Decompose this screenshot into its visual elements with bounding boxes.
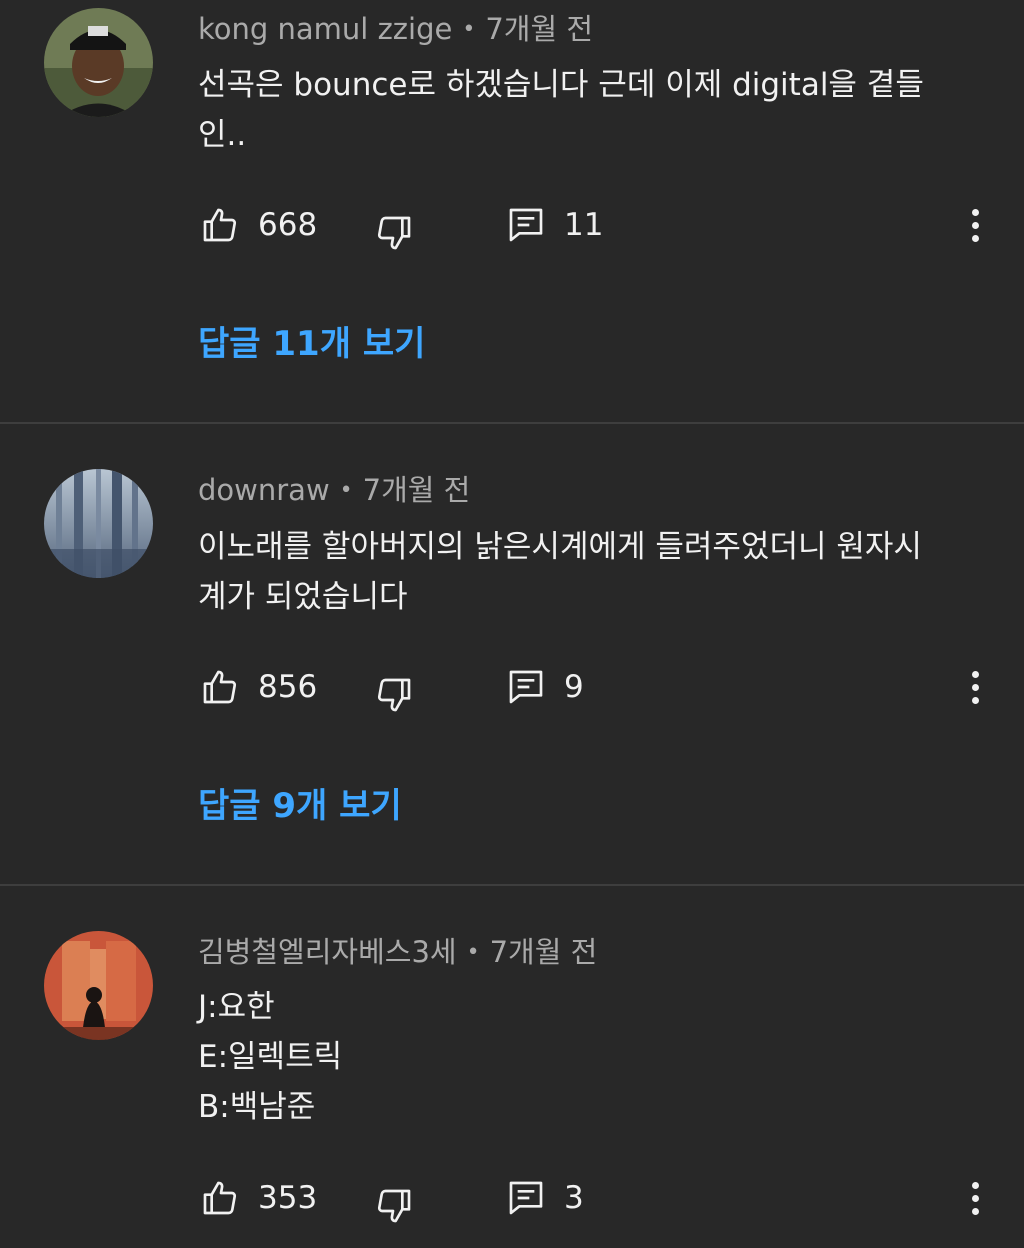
comment-icon <box>509 208 543 242</box>
comment-actions: 668 11 <box>198 203 998 251</box>
comment-thread: kong namul zzige • 7개월 전 선곡은 bounce로 하겠습니다… <box>0 0 1024 422</box>
thumbs-up-icon <box>203 208 237 242</box>
comment-line: E:일렉트릭 <box>198 1039 343 1075</box>
comment-line: B:백남준 <box>198 1089 316 1125</box>
thumbs-up-icon <box>203 670 237 704</box>
person-avatar-icon <box>44 8 153 117</box>
avatar[interactable] <box>44 469 153 578</box>
author-name[interactable]: 김병철엘리자베스3세 <box>198 935 457 969</box>
like-count: 856 <box>258 669 318 705</box>
like-button[interactable] <box>198 665 242 709</box>
reply-button[interactable] <box>504 203 548 247</box>
comment-line: 이노래를 할아버지의 낡은시계에게 들려주었더니 원자시 <box>198 529 922 565</box>
dislike-button[interactable] <box>372 1184 416 1228</box>
comment-icon <box>509 670 543 704</box>
like-button[interactable] <box>198 203 242 247</box>
more-options-button[interactable] <box>960 1176 990 1220</box>
forest-avatar-icon <box>44 469 153 578</box>
comment-line: 인.. <box>198 117 247 153</box>
separator-dot: • <box>462 17 476 42</box>
author-name[interactable]: downraw <box>198 473 330 507</box>
comment-line: J:요한 <box>198 989 275 1025</box>
reply-count: 9 <box>564 669 584 705</box>
like-count: 353 <box>258 1180 318 1216</box>
comment-thread: downraw • 7개월 전 이노래를 할아버지의 낡은시계에게 들려주었더니 원… <box>0 424 1024 884</box>
reply-count: 11 <box>564 207 604 243</box>
reply-count: 3 <box>564 1180 584 1216</box>
view-replies-link[interactable]: 답글 9개 보기 <box>198 786 402 826</box>
comment-icon <box>509 1181 543 1215</box>
comment-meta: 김병철엘리자베스3세 • 7개월 전 <box>198 935 597 970</box>
dislike-button[interactable] <box>372 673 416 717</box>
thumbs-down-icon <box>377 216 411 250</box>
avatar[interactable] <box>44 8 153 117</box>
comment-time: 7개월 전 <box>489 935 598 969</box>
like-count: 668 <box>258 207 318 243</box>
like-button[interactable] <box>198 1176 242 1220</box>
comment-line: 계가 되었습니다 <box>198 579 408 615</box>
comment-time: 7개월 전 <box>362 473 471 507</box>
separator-dot: • <box>466 940 480 965</box>
comment-actions: 856 9 <box>198 665 998 713</box>
author-name[interactable]: kong namul zzige <box>198 12 452 46</box>
reply-button[interactable] <box>504 1176 548 1220</box>
comment-actions: 353 3 <box>198 1176 998 1224</box>
thumbs-down-icon <box>377 1189 411 1223</box>
separator-dot: • <box>339 478 353 503</box>
comment-text: 선곡은 bounce로 하겠습니다 근데 이제 digital을 곁들 인.. <box>198 60 988 160</box>
avatar[interactable] <box>44 931 153 1040</box>
thumbs-up-icon <box>203 1181 237 1215</box>
comment-text: J:요한 E:일렉트릭 B:백남준 <box>198 982 988 1132</box>
comment-text: 이노래를 할아버지의 낡은시계에게 들려주었더니 원자시 계가 되었습니다 <box>198 522 988 622</box>
comment-line: 선곡은 bounce로 하겠습니다 근데 이제 digital을 곁들 <box>198 67 924 103</box>
comment-thread: 김병철엘리자베스3세 • 7개월 전 J:요한 E:일렉트릭 B:백남준 353 3 <box>0 886 1024 1248</box>
comment-meta: kong namul zzige • 7개월 전 <box>198 12 593 47</box>
dislike-button[interactable] <box>372 211 416 255</box>
more-options-button[interactable] <box>960 665 990 709</box>
reply-button[interactable] <box>504 665 548 709</box>
view-replies-link[interactable]: 답글 11개 보기 <box>198 324 425 364</box>
comment-meta: downraw • 7개월 전 <box>198 473 470 508</box>
thumbs-down-icon <box>377 678 411 712</box>
more-options-button[interactable] <box>960 203 990 247</box>
comment-time: 7개월 전 <box>485 12 594 46</box>
silhouette-avatar-icon <box>44 931 153 1040</box>
